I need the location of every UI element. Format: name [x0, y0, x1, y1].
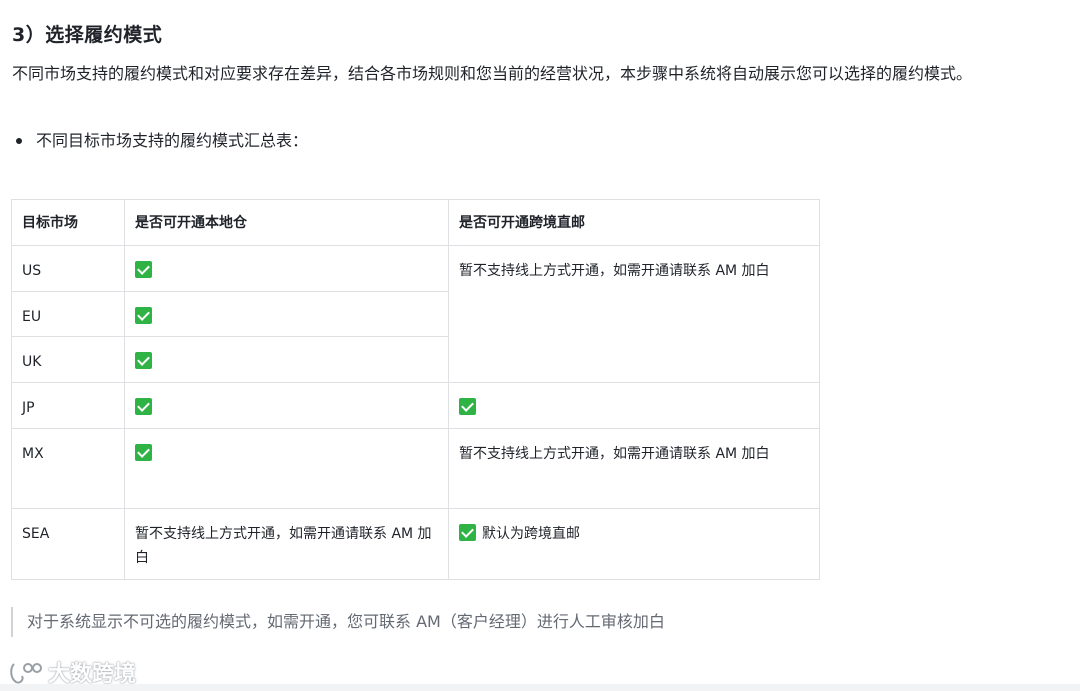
- document-page: 3）选择履约模式 不同市场支持的履约模式和对应要求存在差异，结合各市场规则和您当…: [0, 0, 1080, 691]
- cell-crossborder: 暂不支持线上方式开通，如需开通请联系 AM 加白: [448, 428, 820, 509]
- check-box-icon: [135, 352, 152, 369]
- cell-market: EU: [11, 291, 125, 337]
- intro-paragraph: 不同市场支持的履约模式和对应要求存在差异，结合各市场规则和您当前的经营状况，本步…: [12, 64, 973, 83]
- bullet-dot-icon: [16, 138, 22, 144]
- check-box-icon: [135, 398, 152, 415]
- cell-local: [124, 428, 449, 509]
- table-header-row: 目标市场 是否可开通本地仓 是否可开通跨境直邮: [11, 199, 820, 246]
- cell-crossborder: [448, 382, 820, 429]
- section-heading: 3）选择履约模式: [12, 24, 163, 46]
- fulfillment-summary-table: 目标市场 是否可开通本地仓 是否可开通跨境直邮 US 暂不支持线上方式开通，如需…: [11, 199, 820, 580]
- cell-crossborder-merged: 暂不支持线上方式开通，如需开通请联系 AM 加白: [448, 245, 820, 383]
- header-local-warehouse: 是否可开通本地仓: [124, 199, 449, 246]
- blockquote-note: 对于系统显示不可选的履约模式，如需开通，您可联系 AM（客户经理）进行人工审核加…: [11, 607, 665, 637]
- cell-local: [124, 291, 449, 337]
- table-row: MX 暂不支持线上方式开通，如需开通请联系 AM 加白: [11, 428, 820, 509]
- cell-local: [124, 336, 449, 383]
- table-row: US 暂不支持线上方式开通，如需开通请联系 AM 加白: [11, 245, 820, 383]
- table-row: SEA 暂不支持线上方式开通，如需开通请联系 AM 加白 默认为跨境直邮: [11, 508, 820, 580]
- bottom-strip: [0, 684, 1080, 691]
- cell-local: [124, 245, 449, 292]
- bullet-item: 不同目标市场支持的履约模式汇总表：: [12, 128, 308, 154]
- crossborder-default-label: 默认为跨境直邮: [482, 526, 580, 542]
- check-box-icon: [459, 524, 476, 541]
- check-box-icon: [135, 307, 152, 324]
- cell-market: JP: [11, 382, 125, 429]
- cell-market: UK: [11, 336, 125, 383]
- check-box-icon: [135, 261, 152, 278]
- header-market: 目标市场: [11, 199, 125, 246]
- cell-market: SEA: [11, 508, 125, 580]
- check-box-icon: [135, 444, 152, 461]
- watermark-logo-icon: [10, 663, 42, 684]
- bullet-text: 不同目标市场支持的履约模式汇总表：: [36, 131, 309, 150]
- check-box-icon: [459, 398, 476, 415]
- cell-market: US: [11, 245, 125, 292]
- cell-market: MX: [11, 428, 125, 509]
- cell-local: 暂不支持线上方式开通，如需开通请联系 AM 加白: [124, 508, 449, 580]
- table-row: JP: [11, 382, 820, 429]
- header-crossborder: 是否可开通跨境直邮: [448, 199, 820, 246]
- cell-local: [124, 382, 449, 429]
- cell-crossborder: 默认为跨境直邮: [448, 508, 820, 580]
